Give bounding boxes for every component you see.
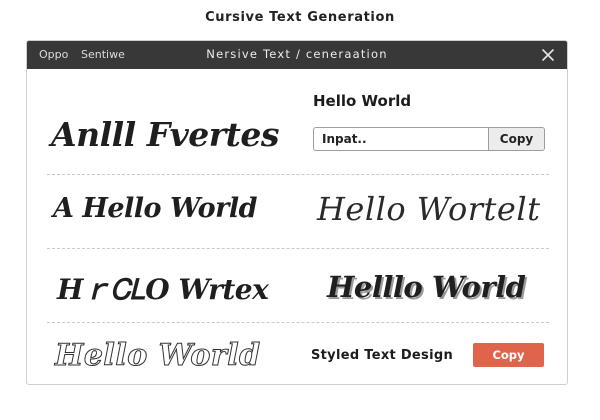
text-input-group: Copy [313,127,545,151]
close-button[interactable] [539,46,557,64]
divider [47,248,549,249]
menu-item-sentiwe[interactable]: Sentiwe [81,48,125,61]
title-bar: Oppo Sentiwe Nersive Text / ceneraation [27,41,567,69]
generator-heading: Hello World [313,92,412,110]
text-input[interactable] [314,128,488,150]
copy-button-primary[interactable]: Copy [473,343,544,367]
divider [47,322,549,323]
copy-button[interactable]: Copy [488,128,544,150]
sample-text-row2-left[interactable]: A Hello World [53,193,257,224]
divider [47,174,549,175]
menu-item-oppo[interactable]: Oppo [39,48,68,61]
page-heading: Cursive Text Generation [205,10,395,25]
sample-text-row3-right[interactable]: Helllo World [327,270,526,304]
sample-text-row3-left[interactable]: HｒᏟᏞO Wrtex [57,268,269,308]
styled-text-label: Styled Text Design [311,348,454,363]
sample-text-row2-right[interactable]: Hello Wortelt [317,190,540,228]
close-icon [542,49,554,61]
sample-text-row1-left[interactable]: Anlll Fvertes [51,115,280,154]
sample-text-row4-left[interactable]: Hello World [55,338,261,374]
app-window: Oppo Sentiwe Nersive Text / ceneraation … [26,40,568,385]
